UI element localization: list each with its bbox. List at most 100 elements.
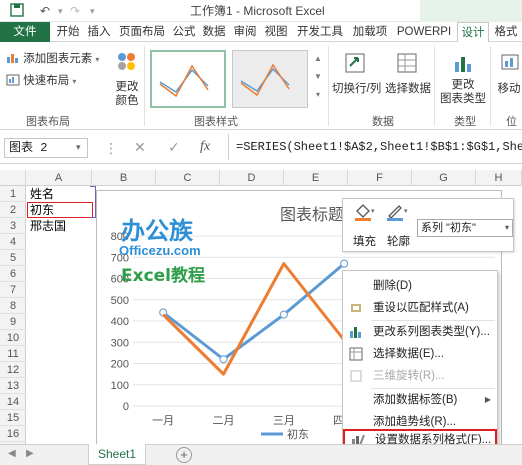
sheet-tab-sheet1[interactable]: Sheet1: [88, 444, 146, 465]
row-header[interactable]: 2: [0, 202, 26, 218]
cell-a1[interactable]: 姓名: [30, 186, 54, 202]
row-header[interactable]: 8: [0, 298, 26, 314]
group-label-layouts: 图表布局: [26, 116, 70, 128]
y-tick-label: 0: [123, 401, 129, 413]
row-header[interactable]: 12: [0, 362, 26, 378]
format-mini-toolbar: ▾ 填充 ▾ 轮廓 系列 "初东" ▾: [342, 198, 514, 252]
column-header[interactable]: G: [412, 170, 476, 186]
series-dropdown-icon: ▾: [504, 223, 509, 232]
formula-input[interactable]: =SERIES(Sheet1!$A$2,Sheet1!$B$1:$G$1,She: [236, 138, 522, 158]
switch-row-col-icon[interactable]: [344, 52, 366, 77]
group-separator: [144, 46, 145, 126]
fill-button[interactable]: ▾: [353, 203, 377, 224]
menu-item-reset-style[interactable]: 重设以匹配样式(A): [343, 297, 497, 319]
row-header[interactable]: 13: [0, 378, 26, 394]
add-chart-element-label: 添加图表元素: [23, 53, 93, 65]
add-chart-element-button[interactable]: 添加图表元素 ▾: [6, 50, 99, 66]
y-tick-label: 100: [111, 380, 129, 392]
outline-button[interactable]: ▾: [385, 203, 411, 224]
tab-formulas[interactable]: 公式: [170, 22, 198, 42]
quick-layout-label: 快速布局: [23, 75, 70, 87]
series-selector-value: 系列 "初东": [421, 222, 476, 234]
row-header[interactable]: 9: [0, 314, 26, 330]
undo-dropdown-icon[interactable]: ▾: [58, 3, 63, 19]
svg-text:▾: ▾: [404, 207, 408, 215]
customize-qat-icon[interactable]: ▾: [90, 3, 95, 19]
select-all-corner[interactable]: [0, 170, 26, 186]
chart-tools-header: [420, 0, 522, 22]
series-selector[interactable]: 系列 "初东" ▾: [417, 219, 513, 237]
quick-layout-icon: [6, 74, 20, 86]
name-box-dropdown-icon[interactable]: ▾: [76, 142, 81, 153]
tab-format[interactable]: 格式: [491, 22, 521, 42]
column-header[interactable]: F: [348, 170, 412, 186]
column-header[interactable]: E: [284, 170, 348, 186]
group-label-styles: 图表样式: [194, 116, 238, 128]
row-header[interactable]: 10: [0, 330, 26, 346]
color-palette-icon[interactable]: [114, 50, 140, 77]
cell-a3[interactable]: 邢志国: [30, 218, 66, 234]
quick-layout-button[interactable]: 快速布局 ▾: [6, 72, 76, 88]
save-icon[interactable]: [10, 3, 24, 19]
x-tick-label: 三月: [273, 414, 295, 427]
column-header[interactable]: H: [476, 170, 522, 186]
formula-divider: [228, 134, 229, 160]
menu-item-change-series-type[interactable]: 更改系列图表类型(Y)...: [343, 321, 497, 343]
tab-design[interactable]: 设计: [457, 22, 489, 43]
series-point-handle: [279, 310, 288, 319]
select-data-icon[interactable]: [396, 52, 418, 77]
change-chart-type-icon[interactable]: [452, 52, 474, 77]
row-header[interactable]: 14: [0, 394, 26, 410]
row-header[interactable]: 16: [0, 426, 26, 442]
y-tick-label: 300: [111, 337, 129, 349]
select-data-label: 选择数据: [385, 83, 431, 95]
tab-addins[interactable]: 加载项: [350, 22, 390, 42]
menu-item-select-data[interactable]: 选择数据(E)...: [343, 343, 497, 365]
enter-icon[interactable]: ✓: [168, 139, 180, 156]
x-tick-label: 一月: [152, 414, 174, 427]
row-header[interactable]: 11: [0, 346, 26, 362]
tab-developer[interactable]: 开发工具: [294, 22, 346, 42]
column-header[interactable]: C: [156, 170, 220, 186]
tab-page-layout[interactable]: 页面布局: [116, 22, 168, 42]
tab-data[interactable]: 数据: [200, 22, 228, 42]
formula-bar: 图表 2 ▾ ⋮ ✕ ✓ fx =SERIES(Sheet1!$A$2,Shee…: [0, 130, 522, 164]
sheet-tab-bar: ◀ ▶ Sheet1 +: [0, 444, 522, 465]
scroll-tabs-right-icon[interactable]: ▶: [26, 448, 34, 459]
tab-powerpivot[interactable]: POWERPI: [394, 22, 454, 42]
ribbon-tabs: 文件 开始 插入 页面布局 公式 数据 审阅 视图 开发工具 加载项 POWER…: [0, 22, 522, 43]
menu-item-delete[interactable]: 删除(D): [343, 275, 497, 297]
scroll-tabs-left-icon[interactable]: ◀: [8, 448, 16, 459]
row-header[interactable]: 5: [0, 250, 26, 266]
column-header[interactable]: B: [92, 170, 156, 186]
tab-insert[interactable]: 插入: [84, 22, 114, 42]
menu-item-add-data-labels[interactable]: 添加数据标签(B) ▶: [343, 389, 497, 411]
row-header[interactable]: 1: [0, 186, 26, 202]
chart-style-1-thumbnail[interactable]: [150, 50, 226, 108]
cell-a2[interactable]: 初东: [30, 202, 54, 218]
chart-type-icon: [349, 325, 363, 339]
insert-function-icon[interactable]: fx: [200, 139, 210, 155]
cancel-icon[interactable]: ✕: [134, 139, 146, 156]
tab-review[interactable]: 审阅: [231, 22, 259, 42]
redo-icon[interactable]: ↷: [70, 3, 80, 19]
gallery-scroll[interactable]: ▲ ▼ ▾: [312, 50, 324, 108]
series-point-handle: [219, 355, 228, 364]
row-header[interactable]: 3: [0, 218, 26, 234]
move-chart-label: 移动: [497, 83, 521, 95]
group-label-data: 数据: [372, 116, 394, 128]
row-header[interactable]: 4: [0, 234, 26, 250]
add-sheet-button[interactable]: +: [176, 447, 192, 463]
tab-home[interactable]: 开始: [54, 22, 82, 42]
undo-icon[interactable]: ↶: [40, 3, 50, 19]
tab-file[interactable]: 文件: [0, 22, 50, 42]
row-header[interactable]: 6: [0, 266, 26, 282]
column-header[interactable]: D: [220, 170, 284, 186]
chart-style-2-thumbnail[interactable]: [232, 50, 308, 108]
tab-view[interactable]: 视图: [262, 22, 290, 42]
move-chart-icon[interactable]: [500, 52, 520, 77]
group-label-location: 位: [506, 116, 517, 128]
column-header[interactable]: A: [26, 170, 92, 186]
row-header[interactable]: 7: [0, 282, 26, 298]
row-header[interactable]: 15: [0, 410, 26, 426]
